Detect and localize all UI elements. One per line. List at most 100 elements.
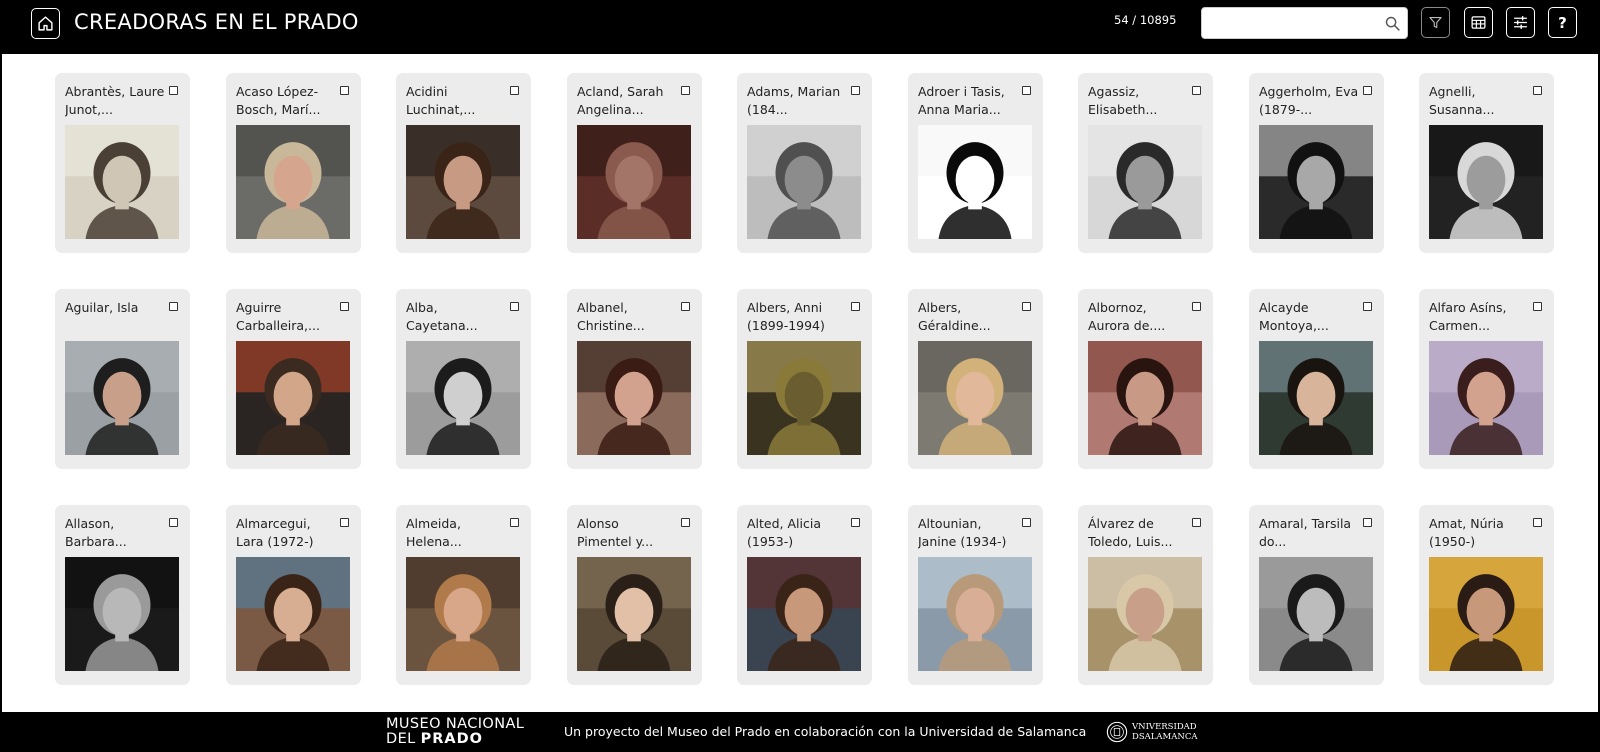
select-checkbox[interactable] [1022, 518, 1031, 527]
select-checkbox[interactable] [169, 302, 178, 311]
select-checkbox[interactable] [851, 302, 860, 311]
select-checkbox[interactable] [681, 518, 690, 527]
filter-button[interactable] [1421, 7, 1450, 38]
creator-card[interactable]: Álvarez de Toledo, Luis... [1078, 505, 1213, 685]
creator-portrait[interactable] [1429, 125, 1543, 239]
creator-name[interactable]: Alonso Pimentel y... [577, 515, 677, 555]
creator-portrait[interactable] [918, 557, 1032, 671]
creator-portrait[interactable] [65, 125, 179, 239]
creator-name[interactable]: Amaral, Tarsila do... [1259, 515, 1359, 555]
creator-name[interactable]: Alted, Alicia (1953-) [747, 515, 847, 555]
creator-card[interactable]: Acaso López-Bosch, Marí... [226, 73, 361, 253]
select-checkbox[interactable] [169, 518, 178, 527]
creator-card[interactable]: Almarcegui, Lara (1972-) [226, 505, 361, 685]
creator-portrait[interactable] [1259, 125, 1373, 239]
creator-card[interactable]: Allason, Barbara... [55, 505, 190, 685]
creator-name[interactable]: Acidini Luchinat,... [406, 83, 506, 123]
creator-portrait[interactable] [918, 341, 1032, 455]
creator-portrait[interactable] [577, 125, 691, 239]
creator-card[interactable]: Alfaro Asíns, Carmen... [1419, 289, 1554, 469]
creator-card[interactable]: Albornoz, Aurora de.... [1078, 289, 1213, 469]
creator-card[interactable]: Adroer i Tasis, Anna Maria... [908, 73, 1043, 253]
creator-card[interactable]: Aguilar, Isla [55, 289, 190, 469]
creator-portrait[interactable] [1088, 341, 1202, 455]
creator-card[interactable]: Abrantès, Laure Junot,... [55, 73, 190, 253]
creator-name[interactable]: Agassiz, Elisabeth... [1088, 83, 1188, 123]
select-checkbox[interactable] [1363, 86, 1372, 95]
creator-portrait[interactable] [747, 341, 861, 455]
creator-card[interactable]: Amaral, Tarsila do... [1249, 505, 1384, 685]
home-button[interactable] [31, 8, 60, 39]
creator-card[interactable]: Albanel, Christine... [567, 289, 702, 469]
select-checkbox[interactable] [851, 518, 860, 527]
select-checkbox[interactable] [1533, 518, 1542, 527]
settings-button[interactable] [1506, 7, 1535, 38]
creator-name[interactable]: Aguilar, Isla [65, 299, 165, 339]
creator-name[interactable]: Aggerholm, Eva (1879-... [1259, 83, 1359, 123]
select-checkbox[interactable] [1192, 302, 1201, 311]
creator-portrait[interactable] [1088, 125, 1202, 239]
creator-portrait[interactable] [577, 341, 691, 455]
creator-name[interactable]: Amat, Núria (1950-) [1429, 515, 1529, 555]
creator-portrait[interactable] [1259, 557, 1373, 671]
select-checkbox[interactable] [510, 518, 519, 527]
creator-name[interactable]: Adams, Marian (184... [747, 83, 847, 123]
select-checkbox[interactable] [510, 302, 519, 311]
select-checkbox[interactable] [1363, 518, 1372, 527]
creator-name[interactable]: Albers, Anni (1899-1994) [747, 299, 847, 339]
creator-name[interactable]: Albanel, Christine... [577, 299, 677, 339]
creator-portrait[interactable] [1259, 341, 1373, 455]
creator-name[interactable]: Altounian, Janine (1934-) [918, 515, 1018, 555]
creator-card[interactable]: Aguirre Carballeira,... [226, 289, 361, 469]
creator-name[interactable]: Almeida, Helena... [406, 515, 506, 555]
creator-card[interactable]: Altounian, Janine (1934-) [908, 505, 1043, 685]
select-checkbox[interactable] [340, 518, 349, 527]
creator-portrait[interactable] [236, 125, 350, 239]
creator-name[interactable]: Alba, Cayetana... [406, 299, 506, 339]
select-checkbox[interactable] [1363, 302, 1372, 311]
select-checkbox[interactable] [340, 302, 349, 311]
creator-name[interactable]: Albornoz, Aurora de.... [1088, 299, 1188, 339]
creator-name[interactable]: Alcayde Montoya,... [1259, 299, 1359, 339]
select-checkbox[interactable] [1533, 86, 1542, 95]
creator-card[interactable]: Almeida, Helena... [396, 505, 531, 685]
creator-portrait[interactable] [406, 125, 520, 239]
select-checkbox[interactable] [1533, 302, 1542, 311]
help-button[interactable]: ? [1548, 7, 1577, 38]
creator-portrait[interactable] [65, 341, 179, 455]
creator-card[interactable]: Agassiz, Elisabeth... [1078, 73, 1213, 253]
select-checkbox[interactable] [681, 302, 690, 311]
creator-name[interactable]: Almarcegui, Lara (1972-) [236, 515, 336, 555]
creator-card[interactable]: Albers, Géraldine... [908, 289, 1043, 469]
select-checkbox[interactable] [681, 86, 690, 95]
select-checkbox[interactable] [510, 86, 519, 95]
creator-card[interactable]: Acidini Luchinat,... [396, 73, 531, 253]
select-checkbox[interactable] [1192, 86, 1201, 95]
creator-card[interactable]: Alonso Pimentel y... [567, 505, 702, 685]
select-checkbox[interactable] [169, 86, 178, 95]
creator-portrait[interactable] [1088, 557, 1202, 671]
creator-card[interactable]: Aggerholm, Eva (1879-... [1249, 73, 1384, 253]
creator-card[interactable]: Amat, Núria (1950-) [1419, 505, 1554, 685]
select-checkbox[interactable] [1022, 302, 1031, 311]
creator-name[interactable]: Abrantès, Laure Junot,... [65, 83, 165, 123]
creator-name[interactable]: Acaso López-Bosch, Marí... [236, 83, 336, 123]
table-view-button[interactable] [1464, 7, 1493, 38]
search-icon[interactable] [1384, 15, 1401, 32]
creator-portrait[interactable] [65, 557, 179, 671]
creator-name[interactable]: Albers, Géraldine... [918, 299, 1018, 339]
creator-portrait[interactable] [1429, 557, 1543, 671]
creator-name[interactable]: Agnelli, Susanna... [1429, 83, 1529, 123]
creator-name[interactable]: Allason, Barbara... [65, 515, 165, 555]
creator-name[interactable]: Acland, Sarah Angelina... [577, 83, 677, 123]
creator-portrait[interactable] [1429, 341, 1543, 455]
creator-portrait[interactable] [236, 341, 350, 455]
creator-portrait[interactable] [918, 125, 1032, 239]
creator-card[interactable]: Acland, Sarah Angelina... [567, 73, 702, 253]
creator-card[interactable]: Alcayde Montoya,... [1249, 289, 1384, 469]
creator-name[interactable]: Aguirre Carballeira,... [236, 299, 336, 339]
select-checkbox[interactable] [1192, 518, 1201, 527]
creator-name[interactable]: Álvarez de Toledo, Luis... [1088, 515, 1188, 555]
creator-card[interactable]: Alba, Cayetana... [396, 289, 531, 469]
creator-name[interactable]: Adroer i Tasis, Anna Maria... [918, 83, 1018, 123]
